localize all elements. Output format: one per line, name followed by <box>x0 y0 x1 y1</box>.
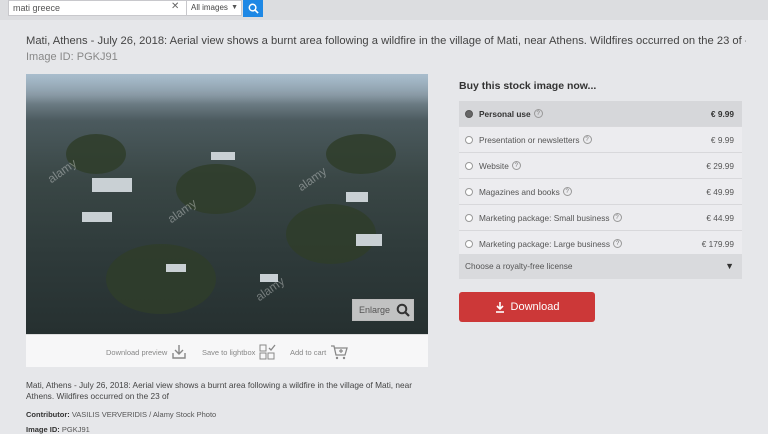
house-roof <box>82 212 112 222</box>
enlarge-button[interactable]: Enlarge <box>352 299 414 321</box>
help-icon[interactable]: ? <box>533 109 543 118</box>
radio-button[interactable] <box>465 135 473 144</box>
license-label: Marketing package: Large business <box>479 238 610 249</box>
license-option-presentation[interactable]: Presentation or newsletters ? € 9.99 <box>459 127 742 153</box>
house-roof <box>356 234 382 246</box>
image-description: Mati, Athens - July 26, 2018: Aerial vie… <box>26 380 413 401</box>
download-preview-label: Download preview <box>106 347 168 357</box>
watermark: alamy <box>44 156 80 186</box>
house-roof <box>166 264 186 272</box>
contributor-label: Contributor: <box>26 410 70 419</box>
watermark: alamy <box>294 164 330 194</box>
buy-heading: Buy this stock image now... <box>459 80 597 92</box>
search-input[interactable]: mati greece <box>8 0 192 16</box>
license-option-magazines[interactable]: Magazines and books ? € 49.99 <box>459 179 742 205</box>
download-icon <box>172 345 186 359</box>
license-label: Marketing package: Small business <box>479 212 610 223</box>
lightbox-icon <box>259 344 276 360</box>
chevron-down-icon: ▼ <box>725 261 734 271</box>
image-id-label: Image ID: <box>26 425 60 434</box>
tree-cluster <box>326 134 396 174</box>
image-type-label: All images <box>191 3 228 12</box>
download-preview-link[interactable]: Download preview <box>106 344 187 360</box>
radio-button[interactable] <box>465 161 473 170</box>
caret-down-icon: ▼ <box>231 4 238 11</box>
help-icon[interactable]: ? <box>511 161 521 170</box>
radio-button[interactable] <box>465 109 473 118</box>
save-to-lightbox-label: Save to lightbox <box>202 347 256 357</box>
stock-photo-preview[interactable]: alamy alamy alamy alamy <box>26 74 428 334</box>
license-label: Presentation or newsletters <box>479 134 580 145</box>
license-label: Website <box>479 160 509 171</box>
sky-haze <box>26 74 428 104</box>
save-to-lightbox-link[interactable]: Save to lightbox <box>202 344 277 360</box>
magnifier-icon <box>396 303 410 317</box>
license-option-personal-use[interactable]: Personal use ? € 9.99 <box>459 101 742 127</box>
download-arrow-icon <box>495 301 504 313</box>
add-to-cart-link[interactable]: Add to cart <box>290 344 349 360</box>
house-roof <box>346 192 368 202</box>
image-id-value: PGKJ91 <box>61 425 90 434</box>
contributor-line: Contributor: VASILIS VERVERIDIS / Alamy … <box>26 410 216 419</box>
license-price: € 29.99 <box>706 160 734 171</box>
house-roof <box>92 178 132 192</box>
download-label: Download <box>510 301 560 313</box>
license-price: € 9.99 <box>710 108 734 119</box>
license-option-website[interactable]: Website ? € 29.99 <box>459 153 742 179</box>
license-price: € 44.99 <box>706 212 734 223</box>
tree-cluster <box>106 244 216 314</box>
license-price: € 179.99 <box>701 238 734 249</box>
page-title: Mati, Athens - July 26, 2018: Aerial vie… <box>26 35 746 47</box>
download-button[interactable]: Download <box>459 292 595 322</box>
royalty-free-dropdown[interactable]: Choose a royalty-free license ▼ <box>459 254 742 279</box>
license-options: Personal use ? € 9.99 Presentation or ne… <box>459 101 742 257</box>
radio-button[interactable] <box>465 239 473 248</box>
add-to-cart-label: Add to cart <box>290 347 327 357</box>
license-label: Personal use <box>479 108 531 119</box>
license-label: Magazines and books <box>479 186 560 197</box>
help-icon[interactable]: ? <box>562 187 572 196</box>
cart-icon <box>331 345 349 360</box>
image-id-heading: Image ID: PGKJ91 <box>26 51 118 63</box>
image-id-line: Image ID: PGKJ91 <box>26 425 90 434</box>
enlarge-label: Enlarge <box>359 305 391 315</box>
top-search-bar: mati greece ✕ All images ▼ <box>0 0 768 20</box>
image-type-select[interactable]: All images ▼ <box>186 0 242 16</box>
house-roof <box>211 152 235 160</box>
help-icon[interactable]: ? <box>612 213 622 222</box>
license-price: € 9.99 <box>710 134 734 145</box>
preview-action-bar: Download preview Save to lightbox Add to… <box>26 334 428 367</box>
search-icon <box>248 3 259 14</box>
search-button[interactable] <box>243 0 263 17</box>
license-price: € 49.99 <box>706 186 734 197</box>
royalty-free-label: Choose a royalty-free license <box>465 261 573 271</box>
radio-button[interactable] <box>465 213 473 222</box>
help-icon[interactable]: ? <box>612 239 622 248</box>
contributor-value: VASILIS VERVERIDIS / Alamy Stock Photo <box>71 410 217 419</box>
radio-button[interactable] <box>465 187 473 196</box>
close-icon[interactable]: ✕ <box>171 1 179 12</box>
help-icon[interactable]: ? <box>582 135 592 144</box>
license-option-small-business[interactable]: Marketing package: Small business ? € 44… <box>459 205 742 231</box>
